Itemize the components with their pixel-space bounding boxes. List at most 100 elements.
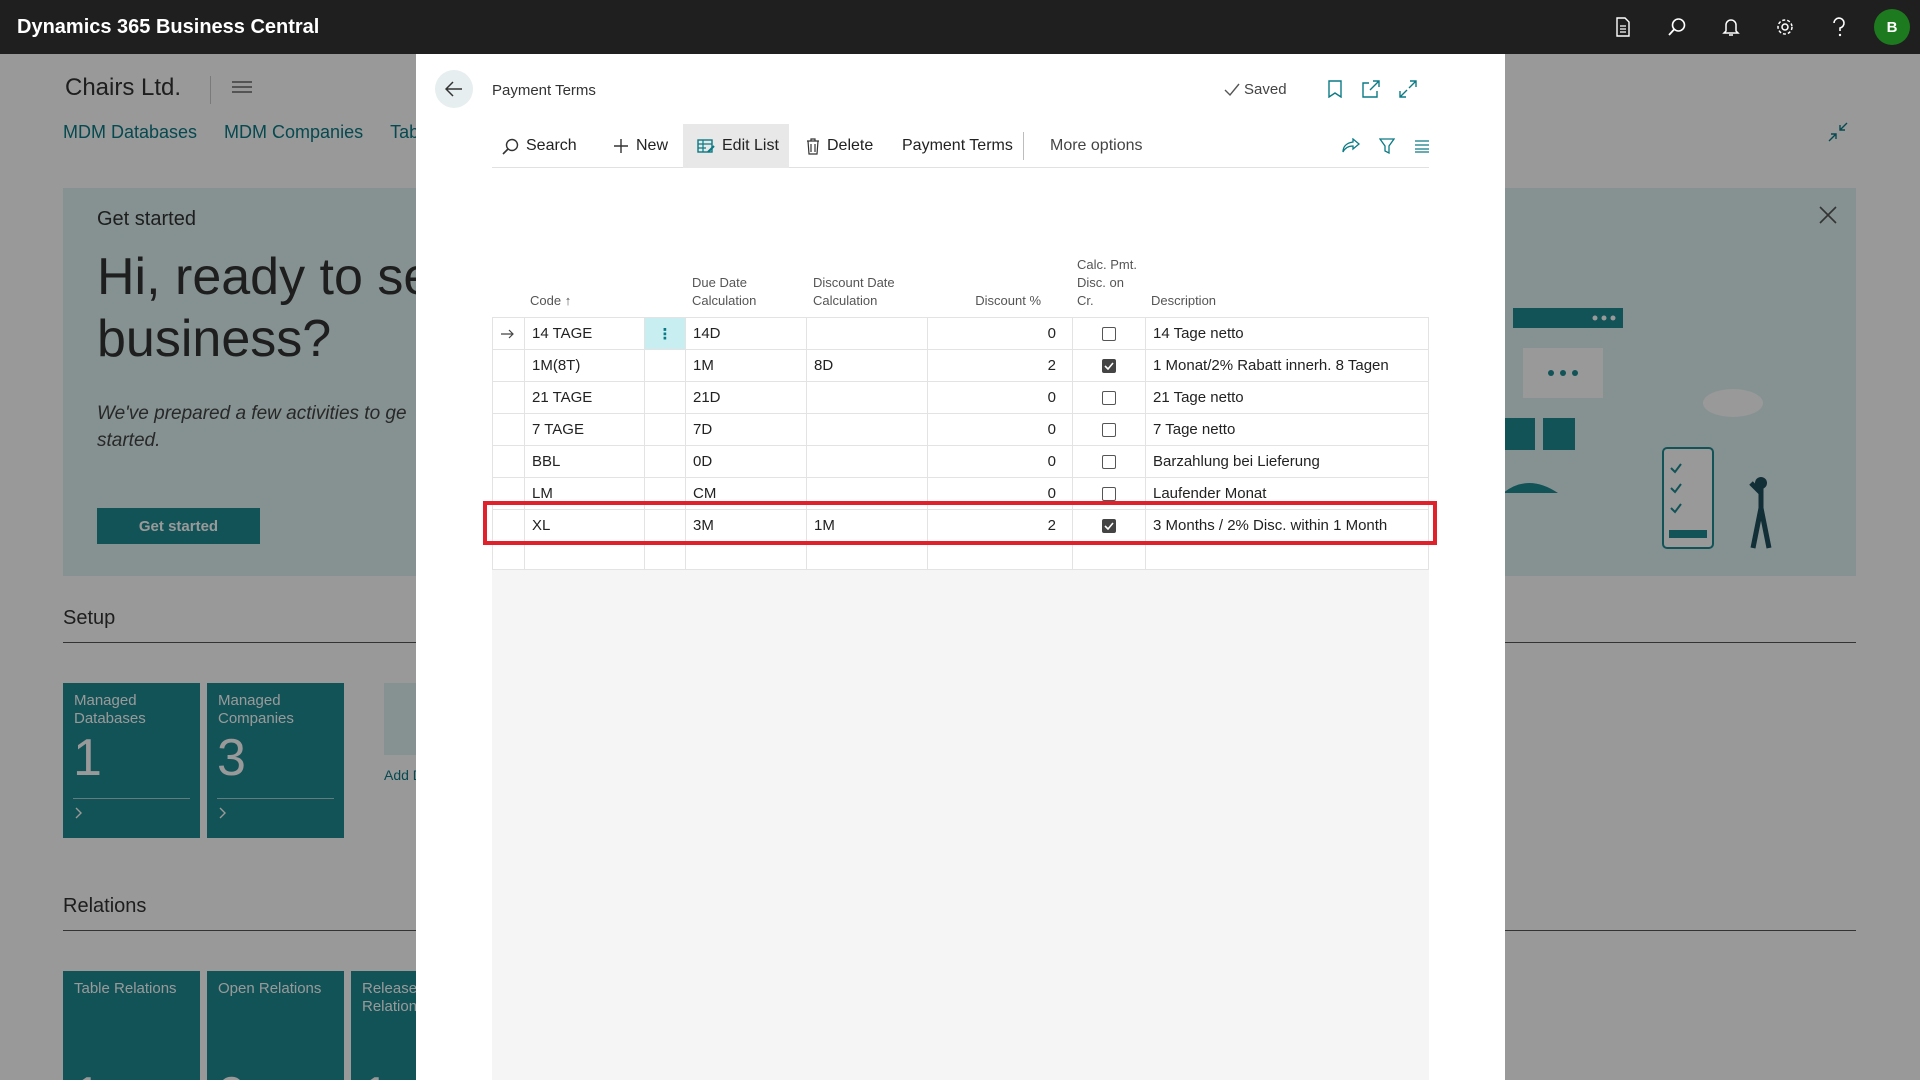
gear-icon[interactable] [1758,0,1812,54]
cell-code[interactable]: BBL [525,446,645,477]
cell-discount-pct[interactable] [928,542,1073,569]
edit-list-label: Edit List [722,137,779,154]
sort-ascending-icon: ↑ [564,293,572,308]
delete-button[interactable]: Delete [806,124,873,168]
row-menu-button[interactable]: ⋮ [645,318,686,349]
expand-icon[interactable] [1399,80,1417,103]
cell-calc-pmt[interactable] [1073,318,1146,349]
cell-discount-pct[interactable]: 0 [928,382,1073,413]
action-divider [1023,132,1024,160]
cell-discount-date[interactable]: 8D [807,350,928,381]
checkbox-checked[interactable] [1102,358,1116,373]
delete-label: Delete [827,137,874,154]
action-bar: Search New Edit List Delete Payment Term… [492,124,1429,168]
row-selector[interactable] [492,414,525,445]
arrow-left-icon [445,81,462,97]
cell-calc-pmt[interactable] [1073,350,1146,381]
cell-discount-date[interactable] [807,542,928,569]
share-icon[interactable] [1342,124,1360,168]
cell-description[interactable]: 1 Monat/2% Rabatt innerh. 8 Tagen [1146,350,1429,381]
cell-due-date[interactable]: 21D [686,382,807,413]
cell-code[interactable]: 7 TAGE [525,414,645,445]
checkbox[interactable] [1102,326,1116,341]
column-header-description[interactable]: Description [1151,168,1351,318]
cell-discount-pct[interactable]: 0 [928,414,1073,445]
document-icon[interactable] [1596,0,1650,54]
back-button[interactable] [435,70,473,108]
open-new-window-icon[interactable] [1362,80,1380,103]
cell-code[interactable]: 21 TAGE [525,382,645,413]
row-menu-cell[interactable] [645,446,686,477]
cell-due-date[interactable]: 1M [686,350,807,381]
row-selector[interactable] [492,382,525,413]
table-row[interactable]: BBL 0D 0 Barzahlung bei Lieferung [492,446,1429,478]
cell-code[interactable]: 14 TAGE [525,318,645,349]
more-options-button[interactable]: More options [1050,124,1143,168]
cell-code[interactable] [525,542,645,569]
table-row[interactable]: 21 TAGE 21D 0 21 Tage netto [492,382,1429,414]
row-selector[interactable] [492,318,525,349]
search-button[interactable]: Search [502,124,577,168]
filter-icon[interactable] [1379,124,1395,168]
row-selector[interactable] [492,350,525,381]
cell-discount-pct[interactable]: 2 [928,350,1073,381]
row-menu-cell[interactable] [645,350,686,381]
row-selector[interactable] [492,446,525,477]
payment-terms-action[interactable]: Payment Terms [902,124,1013,168]
column-header-discount-date[interactable]: Discount Date Calculation [813,168,913,318]
checkbox[interactable] [1102,486,1116,501]
cell-discount-date[interactable] [807,318,928,349]
row-menu-cell[interactable] [645,542,686,569]
cell-due-date[interactable]: 0D [686,446,807,477]
cell-due-date[interactable]: 7D [686,414,807,445]
column-header-due-date[interactable]: Due Date Calculation [692,168,792,318]
table-row[interactable]: 7 TAGE 7D 0 7 Tage netto [492,414,1429,446]
cell-calc-pmt[interactable] [1073,446,1146,477]
new-button[interactable]: New [613,124,668,168]
app-header: Dynamics 365 Business Central B [0,0,1920,54]
row-selector[interactable] [492,542,525,569]
cell-due-date[interactable] [686,542,807,569]
cell-discount-date[interactable] [807,446,928,477]
column-header-discount-pct[interactable]: Discount % [943,168,1047,318]
cell-discount-date[interactable] [807,382,928,413]
cell-due-date[interactable]: 14D [686,318,807,349]
cell-description[interactable]: 21 Tage netto [1146,382,1429,413]
highlight-box [483,501,1437,545]
column-header-calc-pmt[interactable]: Calc. Pmt. Disc. on Cr. [1077,168,1142,318]
cell-calc-pmt[interactable] [1073,414,1146,445]
cell-description[interactable] [1146,542,1429,569]
payment-terms-dialog: Payment Terms Saved Search New Edit List… [416,54,1505,1080]
list-view-icon[interactable] [1414,124,1430,168]
arrow-right-icon [501,329,514,338]
cell-discount-pct[interactable]: 0 [928,446,1073,477]
help-icon[interactable] [1812,0,1866,54]
row-menu-cell[interactable] [645,414,686,445]
cell-description[interactable]: Barzahlung bei Lieferung [1146,446,1429,477]
bookmark-icon[interactable] [1328,80,1342,103]
user-avatar[interactable]: B [1874,9,1910,45]
app-title[interactable]: Dynamics 365 Business Central [17,16,319,39]
row-menu-cell[interactable] [645,382,686,413]
cell-description[interactable]: 7 Tage netto [1146,414,1429,445]
checkbox[interactable] [1102,390,1116,405]
cell-discount-date[interactable] [807,414,928,445]
table-row[interactable]: 1M(8T) 1M 8D 2 1 Monat/2% Rabatt innerh.… [492,350,1429,382]
cell-description[interactable]: 14 Tage netto [1146,318,1429,349]
checkbox[interactable] [1102,422,1116,437]
table-row[interactable]: 14 TAGE ⋮ 14D 0 14 Tage netto [492,318,1429,350]
payment-terms-label: Payment Terms [902,137,1013,154]
cell-calc-pmt[interactable] [1073,542,1146,569]
cell-discount-pct[interactable]: 0 [928,318,1073,349]
search-icon[interactable] [1650,0,1704,54]
checkbox[interactable] [1102,454,1116,469]
search-icon [502,138,519,155]
edit-list-button[interactable]: Edit List [683,124,789,168]
bell-icon[interactable] [1704,0,1758,54]
cell-code[interactable]: 1M(8T) [525,350,645,381]
new-label: New [636,137,669,154]
check-icon [1224,83,1240,96]
cell-calc-pmt[interactable] [1073,382,1146,413]
table-row-empty[interactable] [492,542,1429,570]
column-header-code[interactable]: Code ↑ [530,168,650,318]
